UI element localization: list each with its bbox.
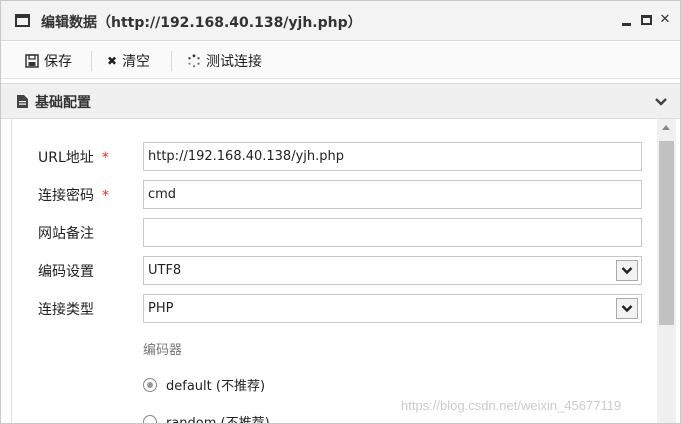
minimize-icon[interactable]	[620, 12, 634, 28]
basic-config-header[interactable]: 基础配置	[1, 83, 680, 119]
document-icon	[17, 95, 28, 108]
chevron-down-icon	[621, 305, 633, 313]
clear-button[interactable]: ✖ 清空	[107, 48, 150, 73]
close-icon[interactable]: ✕	[658, 12, 672, 28]
clear-button-label: 清空	[122, 53, 151, 70]
encoder-option-label: default (不推荐)	[166, 379, 266, 394]
toolbar-divider	[171, 51, 172, 71]
test-connection-button[interactable]: 测试连接	[187, 48, 262, 73]
watermark: https://blog.csdn.net/weixin_45677119	[401, 398, 622, 413]
radio-button[interactable]	[143, 377, 157, 392]
chevron-down-icon[interactable]	[653, 94, 669, 110]
type-value: PHP	[148, 301, 174, 316]
section-title: 基础配置	[35, 95, 91, 111]
encoder-option-label: random (不推荐)	[166, 416, 270, 424]
encoding-label: 编码设置	[38, 264, 94, 280]
url-label: URL地址 *	[38, 150, 109, 166]
save-button[interactable]: 保存	[25, 48, 72, 73]
maximize-icon[interactable]	[640, 12, 654, 28]
encoder-option-random[interactable]: random (不推荐)	[143, 412, 270, 424]
required-marker: *	[101, 150, 109, 166]
note-input[interactable]	[143, 218, 642, 247]
chevron-down-icon	[621, 267, 633, 275]
toolbar: 保存 ✖ 清空 测试连接	[1, 42, 680, 79]
basic-config-form: URL地址 * http://192.168.40.138/yjh.php 连接密…	[11, 119, 656, 424]
password-label: 连接密码 *	[38, 188, 109, 204]
type-dropdown-button[interactable]	[616, 298, 638, 319]
encoding-select[interactable]: UTF8	[143, 256, 642, 285]
encoding-value: UTF8	[148, 263, 182, 278]
save-icon	[25, 53, 39, 68]
encoder-label: 编码器	[143, 343, 183, 358]
password-input[interactable]: cmd	[143, 180, 642, 209]
edit-data-window: 编辑数据（http://192.168.40.138/yjh.php） ✕ 保存…	[0, 0, 681, 424]
type-label: 连接类型	[38, 302, 94, 318]
toolbar-divider	[91, 51, 92, 71]
scrollbar-thumb[interactable]	[659, 141, 674, 325]
scroll-up-arrow-icon[interactable]	[662, 125, 670, 130]
window-icon	[15, 14, 30, 27]
window-title: 编辑数据（http://192.168.40.138/yjh.php）	[41, 15, 362, 31]
spinner-icon	[188, 53, 200, 67]
url-input[interactable]: http://192.168.40.138/yjh.php	[143, 142, 642, 171]
save-button-label: 保存	[44, 53, 72, 70]
note-label: 网站备注	[38, 226, 94, 242]
clear-icon: ✖	[107, 53, 118, 68]
required-marker: *	[102, 188, 109, 204]
type-select[interactable]: PHP	[143, 294, 642, 323]
test-connection-label: 测试连接	[206, 53, 262, 70]
title-bar: 编辑数据（http://192.168.40.138/yjh.php） ✕	[1, 1, 680, 41]
radio-button[interactable]	[143, 414, 157, 423]
vertical-scrollbar[interactable]	[657, 119, 676, 423]
encoding-dropdown-button[interactable]	[616, 260, 638, 281]
encoder-option-default[interactable]: default (不推荐)	[143, 375, 265, 394]
